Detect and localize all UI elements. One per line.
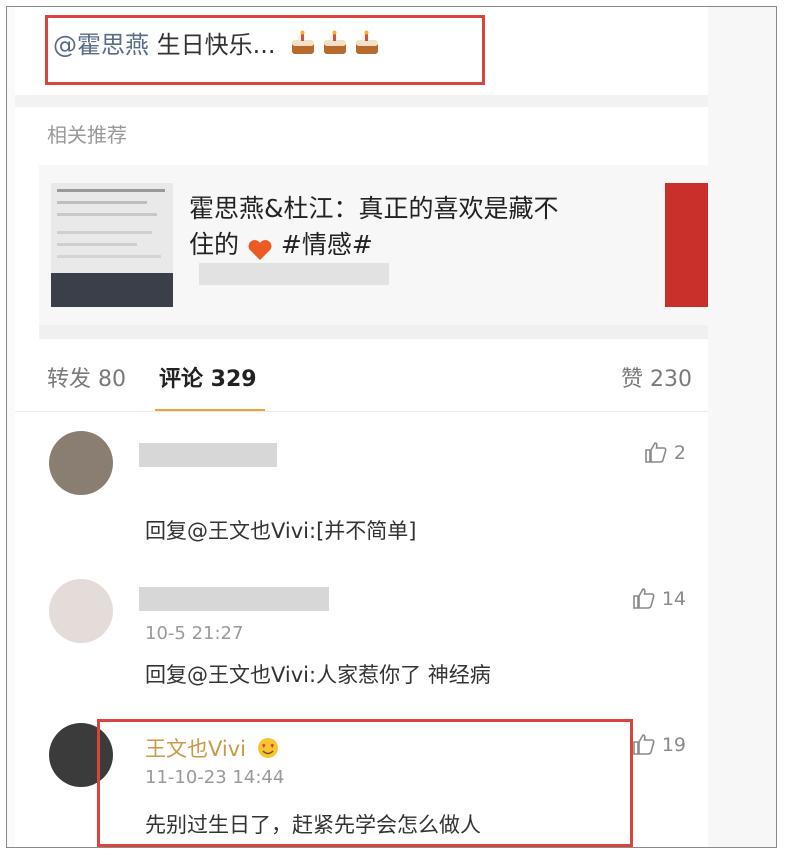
article-title-line1: 霍思燕&杜江：真正的喜欢是藏不 — [189, 194, 559, 223]
like-count: 19 — [661, 734, 686, 756]
post-text: @霍思燕 生日快乐... — [53, 25, 385, 62]
thumb-line — [57, 213, 157, 216]
blurred-username — [139, 443, 277, 467]
mention-link[interactable]: @霍思燕 — [53, 31, 149, 59]
post-body: 生日快乐... — [156, 31, 276, 59]
article-title-line2: 住的 — [189, 230, 240, 259]
thumb-line — [57, 231, 152, 234]
thumb-line — [57, 243, 137, 246]
blurred-source — [199, 263, 389, 285]
heart-icon — [247, 235, 273, 260]
tab-comment[interactable]: 评论 329 — [159, 361, 257, 393]
comment-text: 回复@王文也Vivi:人家惹你了 神经病 — [145, 663, 491, 687]
section-divider — [39, 325, 708, 339]
like-count: 2 — [673, 442, 686, 464]
thumbs-up-icon — [645, 442, 667, 463]
like-button[interactable]: 2 — [644, 441, 686, 464]
blurred-username — [139, 587, 329, 611]
thumb-line — [57, 255, 161, 258]
thumb-photo-strip — [51, 273, 173, 307]
next-card-image — [665, 183, 708, 307]
like-count: 14 — [661, 588, 686, 610]
thumbs-up-icon — [633, 588, 655, 609]
tab-like[interactable]: 赞 230 — [621, 361, 692, 393]
comment-text: 回复@王文也Vivi:[并不简单] — [145, 519, 417, 543]
tab-repost[interactable]: 转发 80 — [47, 361, 126, 393]
article-title: 霍思燕&杜江：真正的喜欢是藏不 住的 #情感# — [189, 191, 629, 263]
tabs-divider — [15, 411, 708, 412]
thumbs-up-icon — [633, 734, 655, 755]
section-divider — [15, 95, 708, 107]
thumb-line — [57, 201, 147, 204]
article-tag[interactable]: #情感# — [281, 230, 373, 259]
avatar[interactable] — [49, 579, 113, 643]
avatar[interactable] — [49, 431, 113, 495]
cake-icon — [321, 30, 349, 56]
cake-icon — [289, 30, 317, 56]
related-label: 相关推荐 — [47, 123, 127, 147]
screenshot-frame: @霍思燕 生日快乐... 相关推荐 霍思燕&杜江：真正的喜欢是藏不 住的 #情感… — [6, 6, 777, 848]
like-button[interactable]: 14 — [632, 587, 686, 610]
thumb-line — [57, 189, 165, 192]
cake-emoji-group — [289, 30, 385, 62]
interaction-tabs: 转发 80 评论 329 赞 230 — [15, 347, 708, 412]
like-button[interactable]: 19 — [632, 733, 686, 756]
background-panel — [708, 7, 776, 847]
cake-icon — [353, 30, 381, 56]
related-article-card[interactable]: 霍思燕&杜江：真正的喜欢是藏不 住的 #情感# — [39, 165, 708, 325]
comment-time: 10-5 21:27 — [145, 623, 244, 644]
weibo-post-page: @霍思燕 生日快乐... 相关推荐 霍思燕&杜江：真正的喜欢是藏不 住的 #情感… — [15, 7, 708, 847]
article-thumbnail — [51, 183, 173, 307]
highlight-box-comment — [97, 719, 633, 847]
